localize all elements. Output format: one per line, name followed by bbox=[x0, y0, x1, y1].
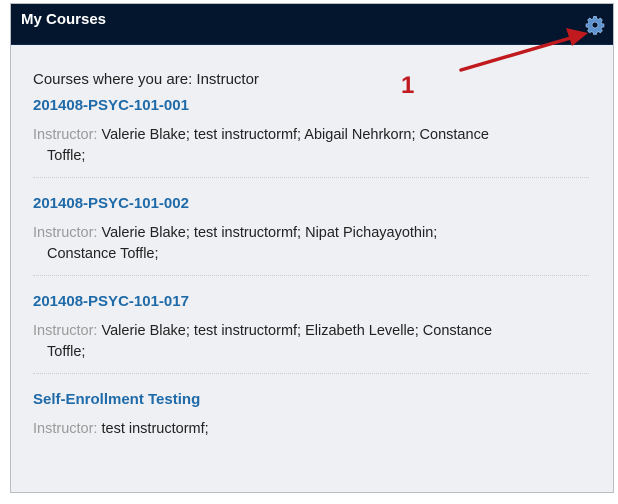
course-item: 201408-PSYC-101-001 Instructor: Valerie … bbox=[33, 97, 589, 178]
instructor-label: Instructor: bbox=[33, 127, 98, 143]
course-instructors: Instructor: Valerie Blake; test instruct… bbox=[33, 223, 507, 265]
module-header: My Courses bbox=[11, 4, 613, 45]
role-heading: Courses where you are: Instructor bbox=[33, 71, 259, 88]
course-link[interactable]: 201408-PSYC-101-001 bbox=[33, 97, 189, 114]
course-instructors: Instructor: Valerie Blake; test instruct… bbox=[33, 125, 507, 167]
instructor-names: Valerie Blake; test instructormf; Elizab… bbox=[47, 323, 493, 360]
course-item: 201408-PSYC-101-017 Instructor: Valerie … bbox=[33, 293, 589, 374]
course-link[interactable]: Self-Enrollment Testing bbox=[33, 391, 200, 408]
instructor-label: Instructor: bbox=[33, 323, 98, 339]
my-courses-module: My Courses Courses where you are: Instru… bbox=[10, 3, 614, 493]
instructor-names: Valerie Blake; test instructormf; Nipat … bbox=[47, 225, 438, 262]
annotation-number: 1 bbox=[401, 72, 415, 99]
instructor-names: Valerie Blake; test instructormf; Abigai… bbox=[47, 127, 489, 164]
course-instructors: Instructor: test instructormf; bbox=[33, 419, 507, 440]
instructor-label: Instructor: bbox=[33, 421, 98, 437]
course-instructors: Instructor: Valerie Blake; test instruct… bbox=[33, 321, 507, 363]
module-body: Courses where you are: Instructor 201408… bbox=[11, 45, 613, 450]
instructor-names: test instructormf; bbox=[101, 421, 209, 437]
instructor-label: Instructor: bbox=[33, 225, 98, 241]
course-item: 201408-PSYC-101-002 Instructor: Valerie … bbox=[33, 195, 589, 276]
course-link[interactable]: 201408-PSYC-101-017 bbox=[33, 293, 189, 310]
course-item: Self-Enrollment Testing Instructor: test… bbox=[33, 391, 589, 450]
gear-icon[interactable] bbox=[584, 14, 606, 36]
module-title: My Courses bbox=[21, 11, 107, 28]
course-link[interactable]: 201408-PSYC-101-002 bbox=[33, 195, 189, 212]
